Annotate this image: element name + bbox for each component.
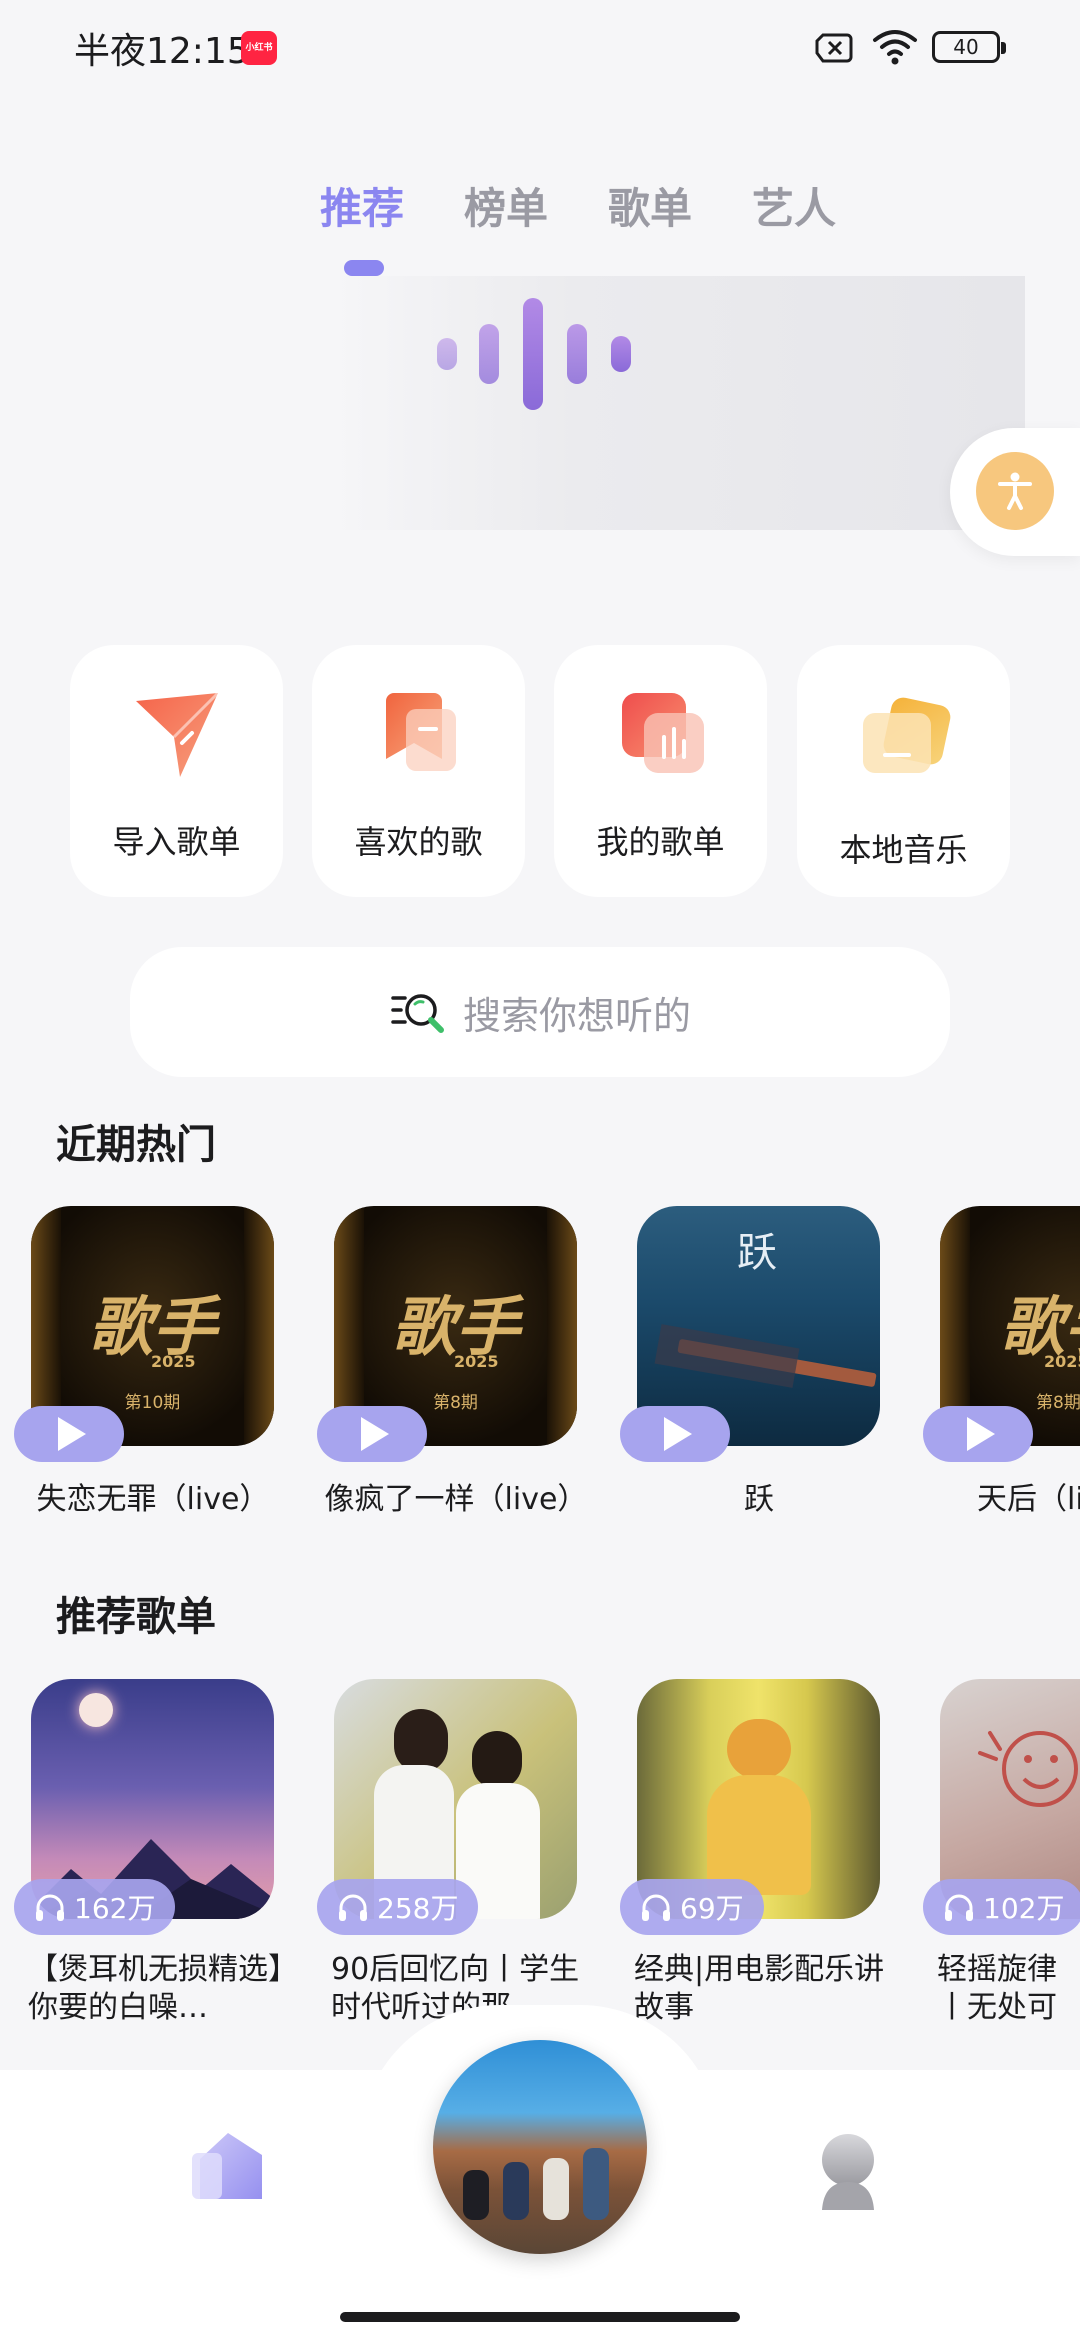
song-name: 失恋无罪（live） (36, 1482, 270, 1517)
sound-wave-icon (437, 298, 647, 410)
play-icon (58, 1417, 86, 1451)
play-button[interactable] (317, 1406, 427, 1462)
accessibility-float-button[interactable] (950, 428, 1080, 556)
tab-recommend[interactable]: 推荐 (320, 175, 404, 236)
playlist-title: 轻摇旋律丨无处可藏 (937, 1952, 1057, 2025)
no-sim-icon (815, 33, 853, 63)
play-count: 69万 (680, 1892, 744, 1925)
profile-icon (822, 2134, 874, 2210)
xiaohongshu-app-icon: 小红书 (241, 31, 277, 65)
song-name: 像疯了一样（live） (324, 1482, 588, 1517)
top-tabs: 推荐 榜单 歌单 艺人 (320, 175, 836, 236)
battery-indicator: 40 (932, 31, 1006, 63)
quick-liked-songs[interactable]: 喜欢的歌 (312, 645, 525, 897)
section-title-recent-hot: 近期热门 (56, 1122, 216, 1168)
tab-playlists[interactable]: 歌单 (608, 175, 692, 236)
play-count: 102万 (983, 1892, 1065, 1925)
headphones-icon (642, 1894, 670, 1921)
accessibility-icon (976, 452, 1054, 530)
search-bar[interactable]: 搜索你想听的 (130, 947, 950, 1077)
active-tab-indicator (344, 260, 384, 276)
quick-my-playlists[interactable]: 我的歌单 (554, 645, 767, 897)
playlist-icon (621, 693, 704, 773)
play-button[interactable] (620, 1406, 730, 1462)
banner-area (330, 276, 1025, 530)
playlist-title: 经典|用电影配乐讲故事 (634, 1952, 885, 2025)
tab-artists[interactable]: 艺人 (752, 175, 836, 236)
play-icon (967, 1417, 995, 1451)
play-count: 258万 (377, 1892, 459, 1925)
section-title-recommended-playlists: 推荐歌单 (56, 1594, 216, 1640)
bookmark-icon (385, 693, 456, 771)
tab-charts[interactable]: 榜单 (464, 175, 548, 236)
wifi-icon (873, 30, 917, 65)
cover-episode: 第8期 (1036, 1393, 1080, 1413)
play-count-badge: 69万 (620, 1879, 764, 1935)
play-count: 162万 (74, 1892, 156, 1925)
play-icon (361, 1417, 389, 1451)
quick-label: 喜欢的歌 (354, 823, 483, 861)
song-name: 天后（li (977, 1482, 1080, 1517)
status-time: 半夜12:15 (74, 31, 250, 72)
play-button[interactable] (923, 1406, 1033, 1462)
search-placeholder: 搜索你想听的 (462, 993, 691, 1038)
headphones-icon (945, 1894, 973, 1921)
playlist-title: 【煲耳机无损精选】你要的白噪… (28, 1952, 283, 2025)
quick-label: 本地音乐 (839, 831, 968, 869)
play-count-badge: 258万 (317, 1879, 479, 1935)
cover-title: 跃 (737, 1230, 777, 1276)
home-icon (192, 2133, 262, 2199)
play-icon (664, 1417, 692, 1451)
song-name: 跃 (744, 1482, 774, 1517)
cover-year: 2025 (1044, 1352, 1080, 1371)
home-indicator (340, 2312, 740, 2322)
now-playing-cover[interactable] (433, 2040, 647, 2254)
headphones-icon (36, 1894, 64, 1921)
quick-label: 我的歌单 (596, 823, 725, 861)
headphones-icon (339, 1894, 367, 1921)
search-icon (391, 994, 444, 1033)
import-icon (135, 691, 219, 777)
folder-icon (862, 697, 950, 773)
cover-year: 2025 (454, 1352, 499, 1371)
nav-profile-button[interactable] (808, 2130, 888, 2212)
quick-local-music[interactable]: 本地音乐 (797, 645, 1010, 897)
quick-label: 导入歌单 (112, 823, 241, 861)
nav-home-button[interactable] (190, 2125, 272, 2205)
quick-import-playlist[interactable]: 导入歌单 (70, 645, 283, 897)
play-count-badge: 162万 (14, 1879, 176, 1935)
play-button[interactable] (14, 1406, 124, 1462)
play-count-badge: 102万 (923, 1879, 1080, 1935)
cover-year: 2025 (151, 1352, 196, 1371)
status-bar: 半夜12:15 小红书 40 (0, 0, 1080, 100)
